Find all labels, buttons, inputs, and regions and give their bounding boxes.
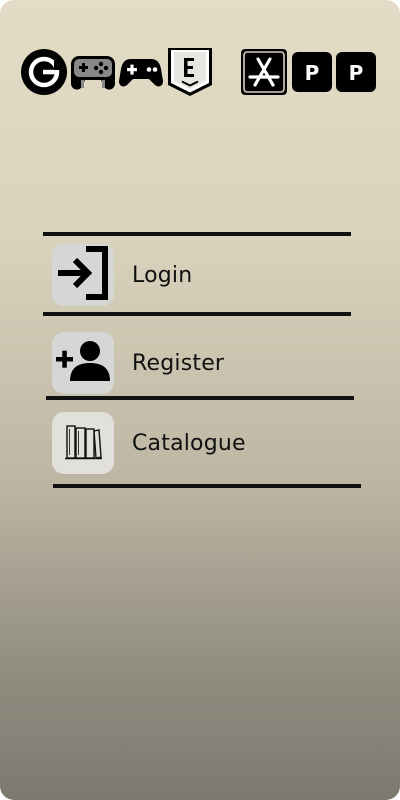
g-logo-icon[interactable] (20, 48, 68, 96)
login-icon (55, 245, 111, 305)
p-badge-icon-1[interactable]: P (292, 52, 332, 92)
login-label: Login (132, 262, 193, 288)
p-badge-letter: P (349, 61, 364, 85)
epic-games-icon[interactable] (166, 47, 214, 97)
p-badge-icon-2[interactable]: P (336, 52, 376, 92)
menu-divider-bottom (53, 484, 361, 488)
catalogue-tile (52, 412, 114, 474)
app-screen: P P Login Register Catalogue (0, 0, 400, 800)
menu-divider-2 (43, 312, 351, 316)
app-store-icon[interactable] (240, 48, 288, 96)
add-user-icon (55, 337, 111, 389)
catalogue-menu-item[interactable]: Catalogue (52, 412, 246, 474)
register-menu-item[interactable]: Register (52, 332, 224, 394)
game-controller-icon[interactable] (119, 55, 163, 89)
login-menu-item[interactable]: Login (52, 244, 192, 306)
register-label: Register (132, 350, 225, 376)
books-icon (61, 421, 105, 465)
p-badge-letter: P (305, 61, 320, 85)
menu-divider-top (43, 232, 351, 236)
gamepad-icon[interactable] (71, 52, 115, 92)
login-tile (52, 244, 114, 306)
register-tile (52, 332, 114, 394)
menu-divider-3 (46, 396, 354, 400)
platform-icon-row: P P (20, 47, 376, 97)
catalogue-label: Catalogue (132, 430, 246, 456)
